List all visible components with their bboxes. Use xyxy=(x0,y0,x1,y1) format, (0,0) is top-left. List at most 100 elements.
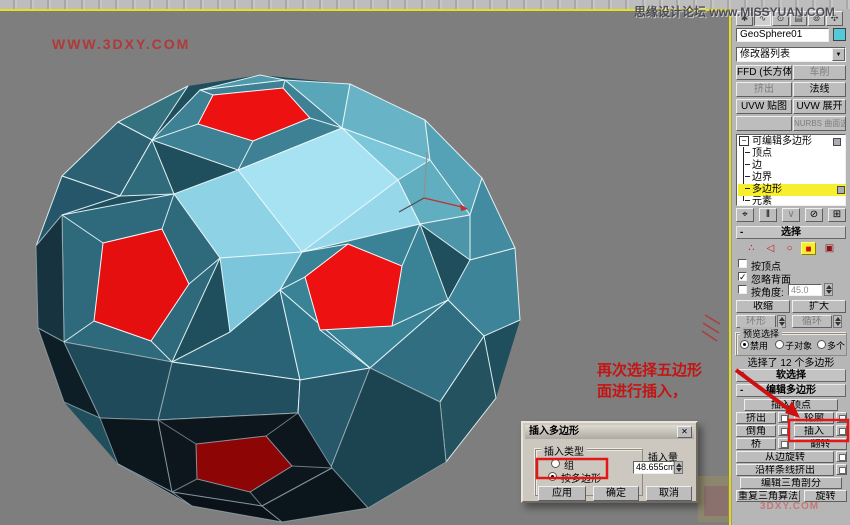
modifier-button-unwrap-uvw[interactable]: UVW 展开 xyxy=(793,99,846,114)
loop-button[interactable]: 循环 xyxy=(792,315,832,328)
stack-item-label: 多边形 xyxy=(752,184,782,195)
expand-plus-icon: + xyxy=(740,370,746,381)
angle-spinner[interactable] xyxy=(824,283,833,296)
selection-rollout-title: 选择 xyxy=(781,227,801,238)
preview-subobj-radio[interactable] xyxy=(775,340,784,349)
modifier-button-lathe[interactable]: 车削 xyxy=(793,65,846,80)
modifier-button-ffd-box[interactable]: FFD (长方体) xyxy=(736,65,792,80)
preview-subobj-label: 子对象 xyxy=(785,341,813,351)
modifier-button-normal[interactable]: 法线 xyxy=(793,82,846,97)
application-window: 再次选择五边形 面进行插入， WWW.3DXY.COM 思缘设计论坛 www.M… xyxy=(0,0,850,525)
modifier-button-extrude[interactable]: 挤出 xyxy=(736,82,792,97)
by-angle-checkbox[interactable] xyxy=(738,285,747,294)
modifier-button-uvw-map[interactable]: UVW 贴图 xyxy=(736,99,792,114)
stack-root-row[interactable]: − 可编辑多边形 xyxy=(738,136,844,148)
configure-modifier-sets-icon[interactable]: ⊞ xyxy=(828,208,846,222)
make-unique-icon[interactable]: ∨ xyxy=(782,208,800,222)
outline-button[interactable]: 轮廓 xyxy=(794,412,834,424)
by-vertex-checkbox[interactable] xyxy=(738,259,747,268)
preview-multi-label: 多个 xyxy=(827,341,846,351)
extrude-along-spline-settings-button[interactable] xyxy=(836,464,847,475)
shrink-button[interactable]: 收缩 xyxy=(736,300,790,313)
preview-disable-radio[interactable] xyxy=(740,340,749,349)
modifier-list-dropdown[interactable]: 修改器列表 xyxy=(736,47,846,62)
ignore-backfacing-checkbox[interactable]: ✓ xyxy=(738,272,747,282)
tree-dash-icon xyxy=(745,163,750,165)
insert-amount-spinner[interactable] xyxy=(674,461,683,474)
watermark-top-right: 思缘设计论坛 www.MISSYUAN.COM xyxy=(634,3,835,20)
stack-item-polygon-selected[interactable]: 多边形 xyxy=(738,184,846,196)
object-color-swatch[interactable] xyxy=(833,28,846,41)
watermark-en: www.MISSYUAN.COM xyxy=(709,5,835,19)
dialog-title-bar[interactable]: 插入多边形 xyxy=(525,425,694,439)
insert-type-by-polygon-radio[interactable] xyxy=(548,472,557,481)
stack-item-element[interactable]: 元素 xyxy=(738,196,850,208)
loop-spinner[interactable] xyxy=(833,315,842,328)
ok-button[interactable]: 确定 xyxy=(593,486,639,501)
extrude-button[interactable]: 挤出 xyxy=(736,412,776,424)
soft-selection-title: 软选择 xyxy=(776,370,806,381)
apply-button[interactable]: 应用 xyxy=(538,486,586,501)
dialog-title: 插入多边形 xyxy=(529,426,579,437)
show-end-result-icon[interactable]: ‖ xyxy=(759,208,777,222)
insert-type-by-polygon-label: 按多边形 xyxy=(561,474,601,485)
hinge-from-edge-button[interactable]: 从边旋转 xyxy=(736,451,834,463)
angle-value-field[interactable]: 45.0 xyxy=(788,284,822,296)
inset-settings-button[interactable] xyxy=(836,425,847,436)
modifier-list-arrow-icon[interactable]: ▼ xyxy=(832,48,845,61)
annotation-line1: 再次选择五边形 xyxy=(597,362,703,379)
edit-triangulation-button[interactable]: 编辑三角剖分 xyxy=(740,477,842,489)
modifier-button-empty[interactable] xyxy=(736,116,792,131)
soft-selection-rollout-header[interactable]: + 软选择 xyxy=(736,369,846,382)
hinge-settings-button[interactable] xyxy=(836,451,847,462)
stack-item-label: 边界 xyxy=(752,172,772,183)
annotation-note: 再次选择五边形 面进行插入， xyxy=(597,360,702,402)
flip-button[interactable]: 翻转 xyxy=(794,438,847,450)
outline-settings-button[interactable] xyxy=(836,412,847,423)
bevel-button[interactable]: 倒角 xyxy=(736,425,776,437)
by-angle-label: 按角度: xyxy=(751,288,784,299)
inset-button[interactable]: 插入 xyxy=(794,425,834,437)
watermark-top-left: WWW.3DXY.COM xyxy=(52,36,191,52)
insert-type-group-radio[interactable] xyxy=(551,459,560,468)
watermark-bottom-right: 3DXY.COM xyxy=(760,501,820,512)
insert-type-title: 插入类型 xyxy=(541,443,587,458)
selection-rollout-header[interactable]: - 选择 xyxy=(736,226,846,239)
extrude-along-spline-button[interactable]: 沿样条线挤出 xyxy=(736,464,834,476)
insert-amount-field[interactable]: 48.655cm xyxy=(633,461,676,474)
grow-button[interactable]: 扩大 xyxy=(792,300,846,313)
extrude-settings-button[interactable] xyxy=(778,412,789,423)
remove-modifier-icon[interactable]: ⊘ xyxy=(805,208,823,222)
tree-dash-icon xyxy=(745,187,750,189)
stack-item-vertex[interactable]: 顶点 xyxy=(738,148,850,160)
modifier-stack: − 可编辑多边形 顶点 边 边界 多边形 元素 xyxy=(736,134,846,207)
pin-stack-icon[interactable]: ⌖ xyxy=(736,208,754,222)
stack-item-label: 元素 xyxy=(752,196,772,207)
expand-minus-icon[interactable]: − xyxy=(739,136,749,146)
tree-dash-icon xyxy=(745,175,750,177)
subobject-border-icon[interactable]: ○ xyxy=(782,242,797,255)
insert-vertex-button[interactable]: 插入顶点 xyxy=(744,399,838,411)
insert-polygons-dialog: 插入多边形 ✕ 插入类型 组 按多边形 插入量 48.655cm 应用 确定 取… xyxy=(521,421,698,503)
modifier-button-nurbs[interactable]: NURBS 曲面选择 xyxy=(793,116,846,131)
subobject-element-icon[interactable]: ▣ xyxy=(822,242,837,255)
subobject-indicator-icon xyxy=(833,138,841,146)
stack-item-edge[interactable]: 边 xyxy=(738,160,850,172)
stack-item-label: 边 xyxy=(752,160,762,171)
cancel-button[interactable]: 取消 xyxy=(646,486,692,501)
dialog-close-icon[interactable]: ✕ xyxy=(677,426,692,438)
bridge-settings-button[interactable] xyxy=(778,438,789,449)
bridge-button[interactable]: 桥 xyxy=(736,438,776,450)
selection-status-text: 选择了 12 个多边形 xyxy=(747,358,835,369)
command-panel: ✱ ∿ ⊙ ▤ ⊚ ✣ GeoSphere01 修改器列表 ▼ FFD (长方体… xyxy=(731,9,850,525)
subobject-edge-icon[interactable]: ◁ xyxy=(763,242,778,255)
tree-dash-icon xyxy=(745,199,750,201)
object-name-field[interactable]: GeoSphere01 xyxy=(736,28,829,42)
tree-dash-icon xyxy=(745,151,750,153)
preview-multi-radio[interactable] xyxy=(817,340,826,349)
stack-item-border[interactable]: 边界 xyxy=(738,172,850,184)
edit-polygons-rollout-header[interactable]: - 编辑多边形 xyxy=(736,384,846,397)
subobject-polygon-icon-active[interactable]: ■ xyxy=(801,242,816,255)
subobject-vertex-icon[interactable]: ∴ xyxy=(744,242,759,255)
bevel-settings-button[interactable] xyxy=(778,425,789,436)
